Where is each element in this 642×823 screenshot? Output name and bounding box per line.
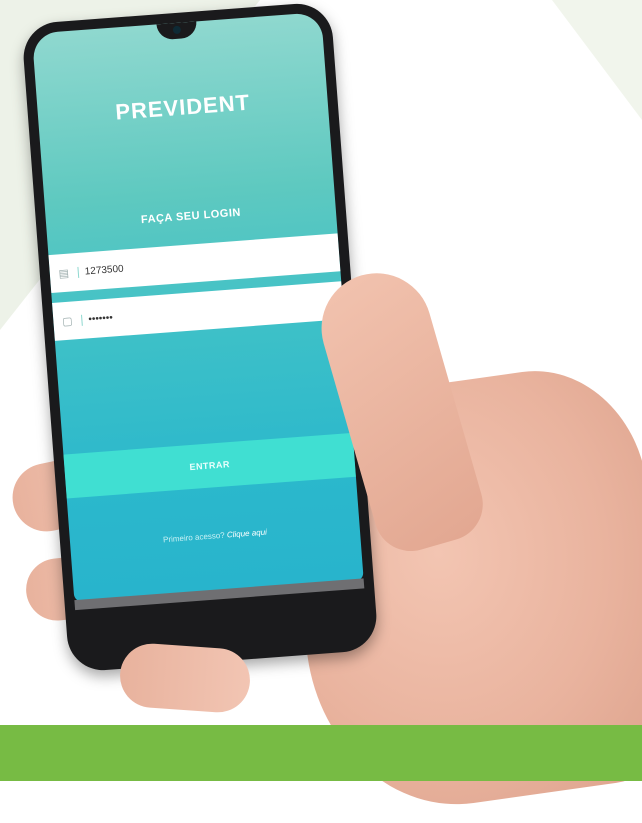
- front-camera-icon: [172, 25, 182, 35]
- app-logo: PREVIDENT: [114, 89, 251, 125]
- password-field[interactable]: ▢ •••••••: [52, 281, 345, 341]
- hand-finger: [117, 641, 253, 715]
- first-access-line: Primeiro acesso? Clique aqui: [70, 521, 360, 552]
- username-value: 1273500: [77, 263, 125, 278]
- user-icon: ▤: [58, 267, 70, 280]
- lock-icon: ▢: [61, 315, 74, 328]
- background-decoration-right: [552, 0, 642, 120]
- login-title: FAÇA SEU LOGIN: [140, 206, 242, 227]
- phone-screen: PREVIDENT FAÇA SEU LOGIN ▤ 1273500 ▢ •••…: [31, 12, 364, 603]
- bottom-green-band: [0, 725, 642, 781]
- password-value: •••••••: [80, 311, 114, 326]
- first-access-link[interactable]: Clique aqui: [227, 528, 268, 540]
- first-access-text: Primeiro acesso?: [162, 530, 226, 545]
- phone-notch: [156, 21, 198, 41]
- login-button[interactable]: ENTRAR: [63, 432, 356, 499]
